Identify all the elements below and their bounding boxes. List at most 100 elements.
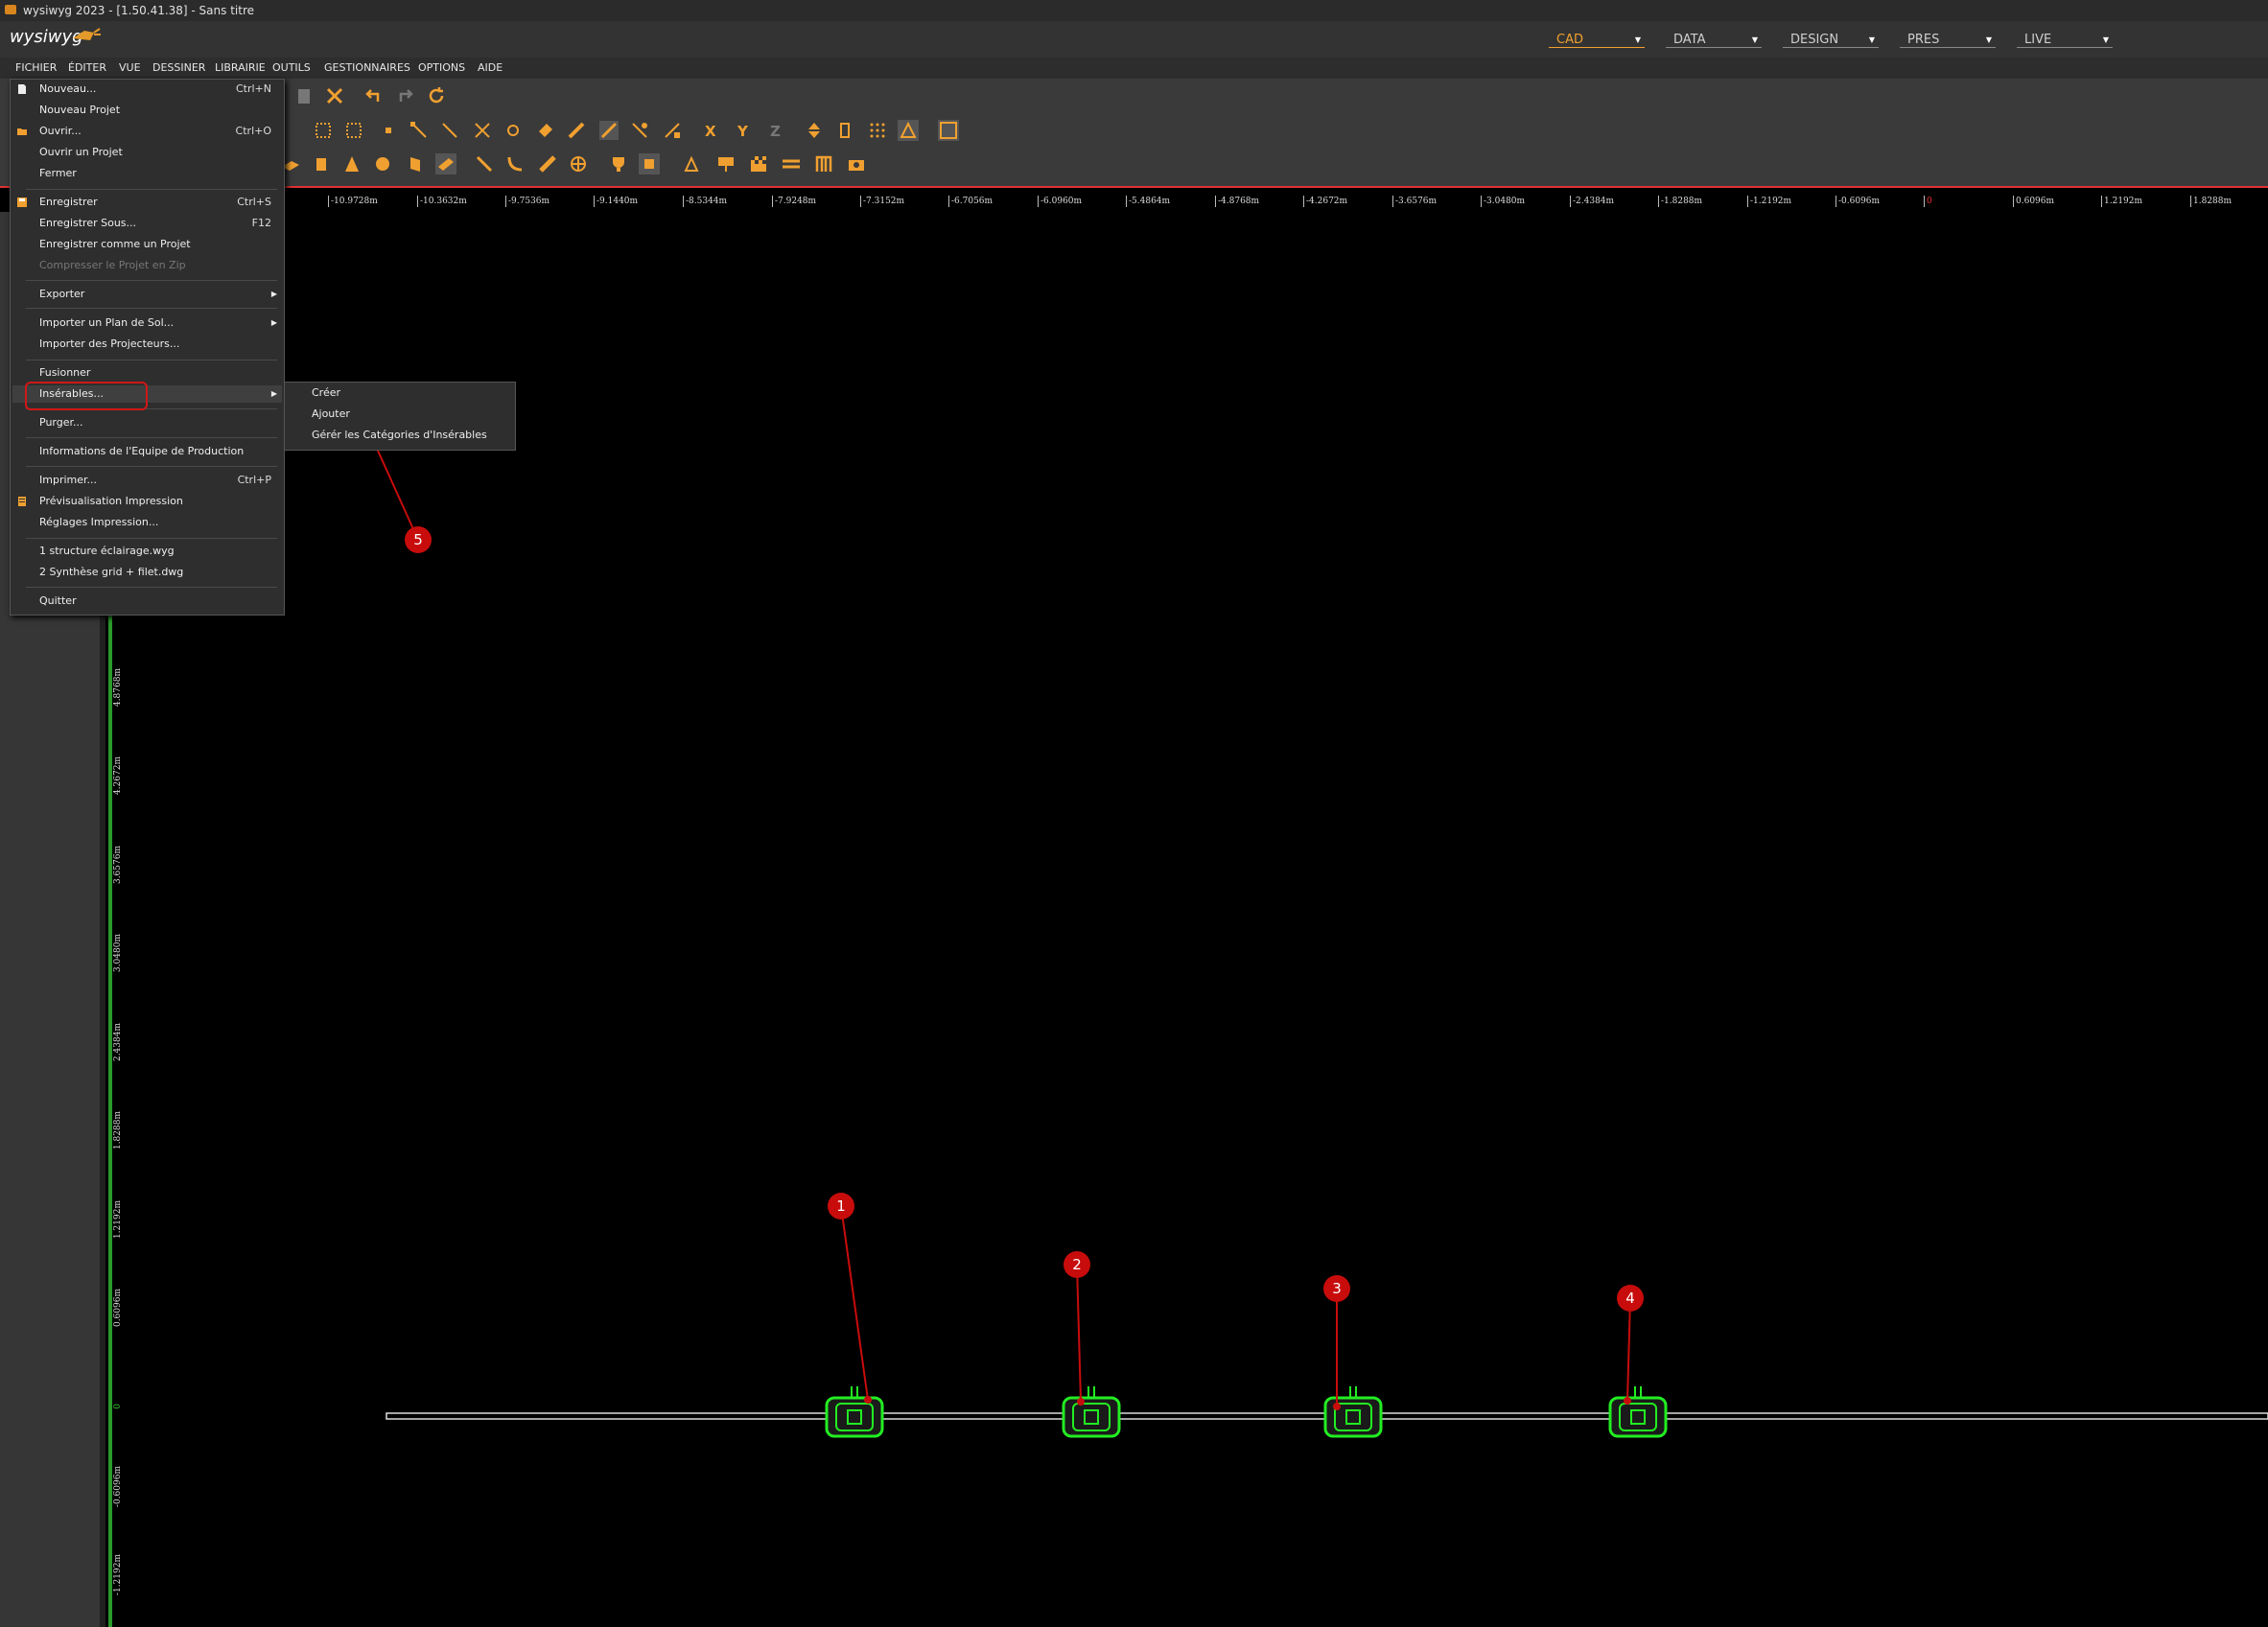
target-icon[interactable] <box>568 153 589 174</box>
menu-separator <box>26 538 277 539</box>
beam-icon[interactable] <box>435 153 456 174</box>
menu-dessiner[interactable]: DESSINER <box>152 61 205 74</box>
paste-icon[interactable] <box>293 85 315 106</box>
speaker-icon[interactable] <box>683 153 704 174</box>
menu-separator <box>26 308 277 309</box>
ruler-tick: -7.9248m <box>772 196 816 207</box>
menu-separator <box>26 437 277 438</box>
menu-item-purger[interactable]: Purger... <box>39 414 279 431</box>
submenu-item-creer[interactable]: Créer <box>312 386 340 399</box>
menu-item-reglages-impression[interactable]: Réglages Impression... <box>39 514 279 531</box>
truss-icon[interactable] <box>537 153 558 174</box>
point-icon[interactable] <box>378 120 399 141</box>
line-select-icon[interactable] <box>409 120 430 141</box>
cylinder-icon[interactable] <box>311 153 332 174</box>
menu-separator <box>26 587 277 588</box>
move-icon[interactable] <box>629 120 650 141</box>
chevron-down-icon: ▼ <box>1985 35 1992 44</box>
snap-icon[interactable] <box>898 120 919 141</box>
pipe-icon[interactable] <box>474 153 495 174</box>
mode-tab-design[interactable]: DESIGN ▼ <box>1783 33 1879 48</box>
menu-item-exporter[interactable]: Exporter ▶ <box>39 286 279 303</box>
title-bar: wysiwyg 2023 - [1.50.41.38] - Sans titre <box>0 0 2268 21</box>
ruler-tick: -6.7056m <box>948 196 993 207</box>
menu-item-importer-plan[interactable]: Importer un Plan de Sol... ▶ <box>39 314 279 332</box>
menu-item-enregistrer-projet[interactable]: Enregistrer comme un Projet <box>39 236 279 253</box>
axis-z-icon[interactable]: Z <box>765 120 786 141</box>
menu-options[interactable]: OPTIONS <box>418 61 465 74</box>
menu-item-quitter[interactable]: Quitter <box>39 593 279 610</box>
refresh-icon[interactable] <box>426 85 447 106</box>
menu-item-nouveau-projet[interactable]: Nouveau Projet <box>39 102 279 119</box>
app-icon <box>5 5 16 14</box>
fixture-icon[interactable] <box>639 153 660 174</box>
menu-item-ouvrir-projet[interactable]: Ouvrir un Projet <box>39 144 279 161</box>
menu-item-fermer[interactable]: Fermer <box>39 165 279 182</box>
svg-text:X: X <box>705 123 716 140</box>
menu-item-importer-projecteurs[interactable]: Importer des Projecteurs... <box>39 336 279 353</box>
mode-tab-live[interactable]: LIVE ▼ <box>2017 33 2113 48</box>
ruler-icon[interactable] <box>566 120 587 141</box>
menu-item-enregistrer[interactable]: Enregistrer Ctrl+S <box>39 194 279 211</box>
menu-editer[interactable]: ÉDITER <box>68 61 106 74</box>
menu-item-recent-1[interactable]: 1 structure éclairage.wyg <box>39 543 279 560</box>
mode-tab-pres[interactable]: PRES ▼ <box>1900 33 1996 48</box>
ruler-tick: -0.6096m <box>113 1466 123 1508</box>
wall-icon[interactable] <box>405 153 426 174</box>
camera-icon[interactable] <box>846 153 867 174</box>
checker-icon[interactable] <box>748 153 769 174</box>
menu-outils[interactable]: OUTILS <box>272 61 311 74</box>
chevron-down-icon: ▼ <box>1751 35 1758 44</box>
menu-aide[interactable]: AIDE <box>478 61 503 74</box>
select-area-icon[interactable] <box>313 120 334 141</box>
submenu-item-gerer-categories[interactable]: Gérér les Catégories d'Insérables <box>312 429 487 441</box>
hazard-icon[interactable] <box>781 153 802 174</box>
menu-item-previsualisation[interactable]: Prévisualisation Impression <box>39 493 279 510</box>
link-icon[interactable] <box>662 120 683 141</box>
mode-tab-data[interactable]: DATA ▼ <box>1666 33 1762 48</box>
submenu-item-ajouter[interactable]: Ajouter <box>312 407 350 420</box>
redo-icon[interactable] <box>395 85 416 106</box>
ruler-tick: 2.4384m <box>113 1023 123 1062</box>
measure-icon[interactable] <box>598 120 620 141</box>
projector-screen-icon[interactable] <box>715 153 737 174</box>
menu-gestionnaires[interactable]: GESTIONNAIRES <box>324 61 410 74</box>
curve-icon[interactable] <box>504 153 526 174</box>
door-icon[interactable] <box>813 153 834 174</box>
cross-select-icon[interactable] <box>472 120 493 141</box>
ruler-tick: -4.8768m <box>1215 196 1259 207</box>
tag-icon[interactable] <box>535 120 556 141</box>
delete-icon[interactable] <box>324 85 345 106</box>
menu-item-fusionner[interactable]: Fusionner <box>39 364 279 382</box>
mode-tab-cad[interactable]: CAD ▼ <box>1549 33 1645 48</box>
sphere-icon[interactable] <box>372 153 393 174</box>
select-box-icon[interactable] <box>343 120 364 141</box>
axis-x-icon[interactable]: X <box>700 120 721 141</box>
ruler-tick: 1.8288m <box>2190 196 2232 207</box>
menu-librairie[interactable]: LIBRAIRIE <box>215 61 266 74</box>
node-icon[interactable] <box>503 120 524 141</box>
axis-y-icon[interactable]: Y <box>733 120 754 141</box>
chevron-down-icon: ▼ <box>2102 35 2109 44</box>
menu-item-enregistrer-sous[interactable]: Enregistrer Sous... F12 <box>39 215 279 232</box>
menu-item-recent-2[interactable]: 2 Synthèse grid + filet.dwg <box>39 564 279 581</box>
flip-icon[interactable] <box>804 120 825 141</box>
diagonal-select-icon[interactable] <box>439 120 460 141</box>
toolbar: X Y Z <box>0 79 2268 186</box>
battery-icon[interactable] <box>834 120 855 141</box>
grid-dots-icon[interactable] <box>867 120 888 141</box>
undo-icon[interactable] <box>362 85 384 106</box>
menu-item-informations-equipe[interactable]: Informations de l'Equipe de Production <box>39 443 279 460</box>
menu-item-imprimer[interactable]: Imprimer... Ctrl+P <box>39 472 279 489</box>
ruler-tick-origin: 0 <box>113 1404 123 1409</box>
menu-fichier[interactable]: FICHIER <box>15 61 57 74</box>
menu-item-ouvrir[interactable]: Ouvrir... Ctrl+O <box>39 123 279 140</box>
ruler-tick: -0.6096m <box>1835 196 1880 207</box>
ruler-tick: -6.0960m <box>1038 196 1082 207</box>
menu-item-nouveau[interactable]: Nouveau... Ctrl+N <box>39 81 279 98</box>
folder-open-icon <box>17 128 27 135</box>
trophy-icon[interactable] <box>608 153 629 174</box>
dimension-icon[interactable] <box>938 120 959 141</box>
cone-icon[interactable] <box>341 153 362 174</box>
menu-vue[interactable]: VUE <box>119 61 141 74</box>
